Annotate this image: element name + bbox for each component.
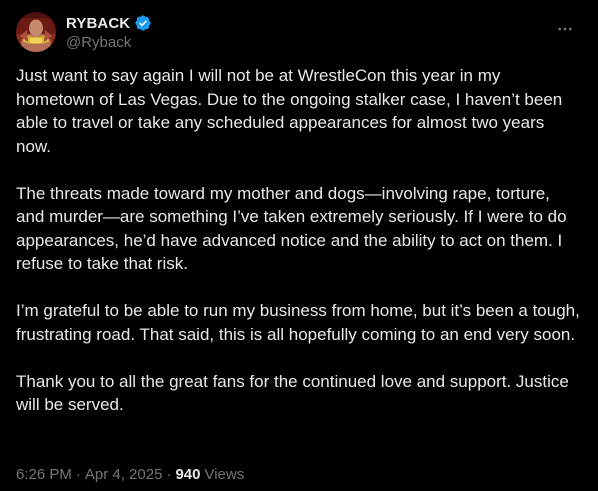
more-horizontal-icon [558, 27, 572, 31]
tweet-paragraph: The threats made toward my mother and do… [16, 183, 567, 274]
author-avatar[interactable] [16, 12, 56, 52]
author-name-block: RYBACK @Ryback [66, 13, 152, 51]
author-display-name[interactable]: RYBACK [66, 15, 130, 32]
tweet-date[interactable]: Apr 4, 2025 [85, 466, 163, 483]
tweet-text: Just want to say again I will not be at … [16, 64, 582, 417]
tweet-meta: 6:26 PM · Apr 4, 2025 · 940 Views [16, 466, 244, 483]
author-name-row: RYBACK [66, 13, 152, 33]
more-options-button[interactable] [548, 12, 582, 46]
meta-separator: · [166, 466, 172, 483]
tweet-paragraph: Thank you to all the great fans for the … [16, 371, 569, 415]
verified-badge-icon[interactable] [134, 14, 152, 32]
tweet-timestamp[interactable]: 6:26 PM [16, 466, 72, 483]
tweet-header: RYBACK @Ryback [16, 12, 582, 54]
avatar-photo-icon [16, 12, 56, 52]
tweet-paragraph: Just want to say again I will not be at … [16, 66, 563, 156]
author-handle[interactable]: @Ryback [66, 34, 152, 51]
tweet-paragraph: I’m grateful to be able to run my busine… [16, 301, 580, 344]
meta-separator: · [75, 466, 81, 483]
tweet: RYBACK @Ryback Just want to say again I … [0, 0, 598, 491]
views-count[interactable]: 940 [175, 466, 200, 483]
views-label: Views [204, 466, 245, 483]
